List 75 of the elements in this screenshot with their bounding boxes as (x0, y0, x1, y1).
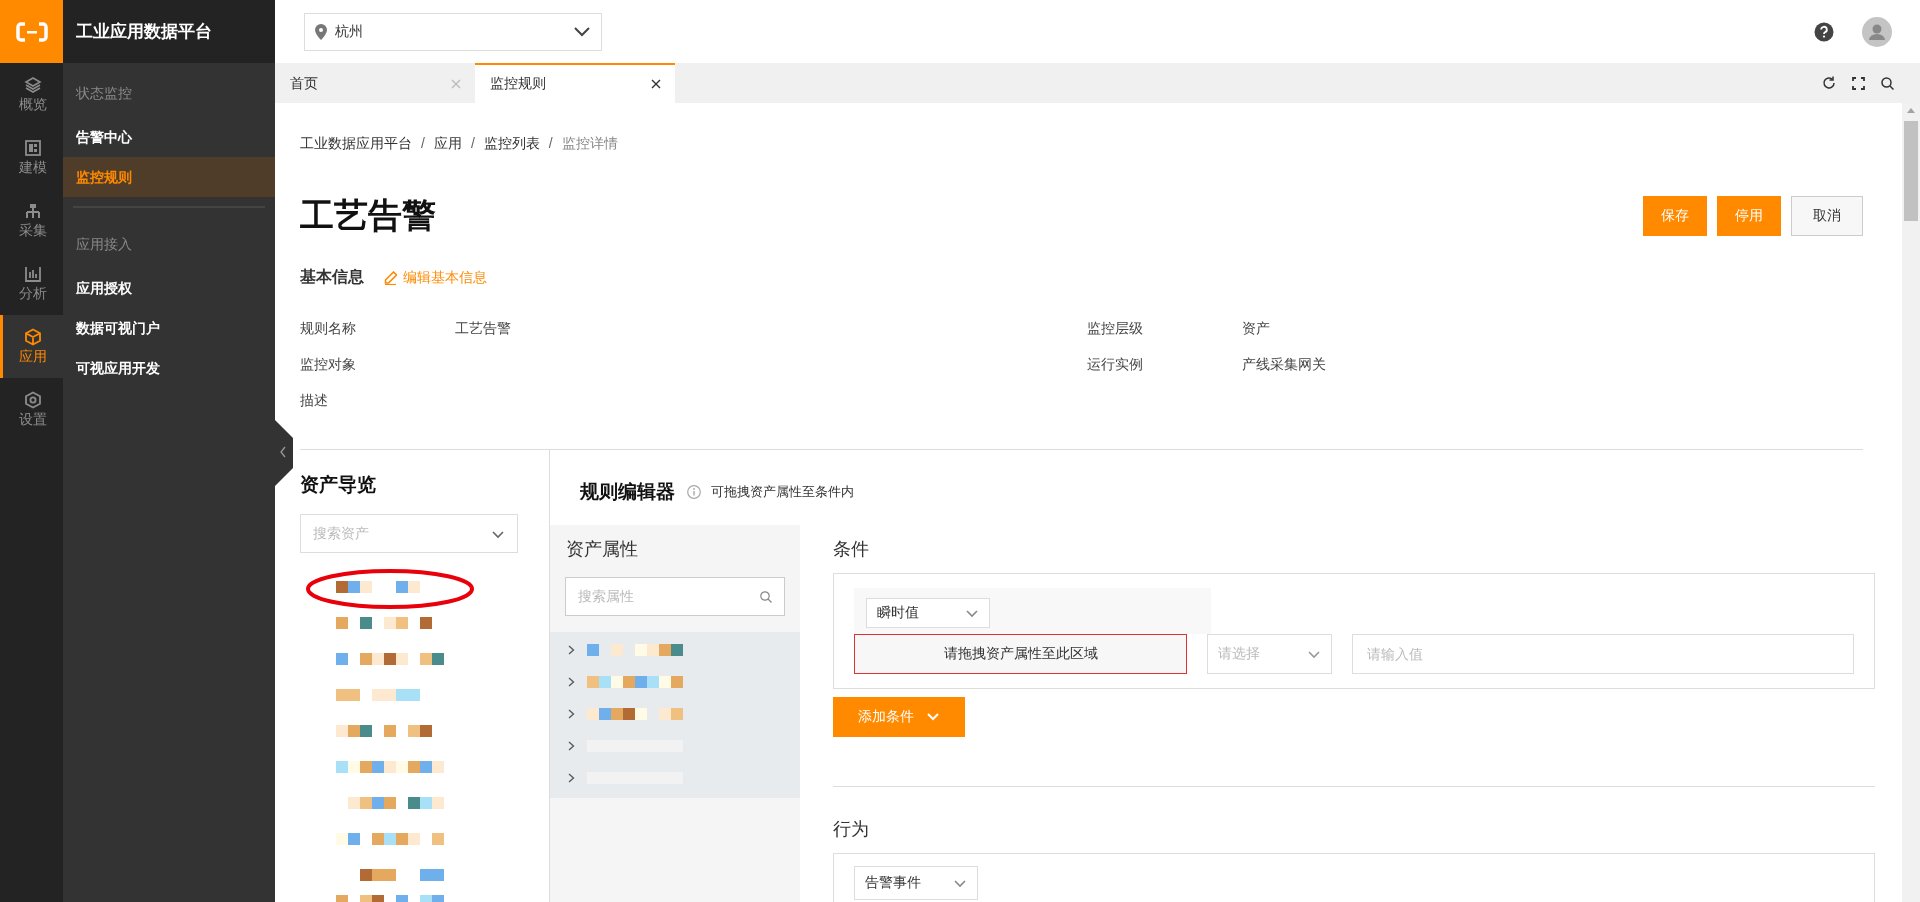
collapse-handle[interactable] (275, 420, 293, 486)
field-value: 资产 (1242, 319, 1271, 338)
action-button[interactable]: 取消 (1791, 196, 1863, 236)
section-heading: 基本信息 (300, 267, 364, 287)
tab[interactable]: 监控规则 (475, 63, 675, 103)
field-value: 工艺告警 (455, 319, 512, 338)
avatar-icon[interactable] (1862, 16, 1892, 47)
action-type-select[interactable]: 告警事件 (854, 866, 978, 900)
drop-zone[interactable]: 请拖拽资产属性至此区域 (854, 634, 1187, 674)
nav-rail-item[interactable]: 建模 (0, 126, 63, 189)
chevron-right-icon (568, 677, 575, 687)
pencil-icon (384, 270, 397, 285)
chevron-down-icon (573, 25, 591, 38)
layers-icon (24, 75, 42, 94)
tab[interactable]: 首页 (275, 63, 475, 103)
breadcrumb-link[interactable]: 监控列表 (483, 135, 540, 153)
section-heading: 行为 (833, 818, 870, 841)
grid-icon (24, 138, 42, 157)
value-input[interactable]: 请输入值 (1352, 634, 1854, 674)
sidebar-item[interactable]: 应用授权 (63, 268, 275, 308)
info-icon (687, 485, 701, 499)
hint-text: 可拖拽资产属性至条件内 (711, 483, 854, 501)
search-icon[interactable] (1881, 76, 1894, 90)
panel-title: 资产属性 (565, 538, 639, 561)
field-label: 描述 (300, 391, 329, 410)
map-pin-icon (315, 23, 327, 40)
nav-rail-item[interactable]: 概览 (0, 63, 63, 126)
scrollbar-thumb[interactable] (1904, 121, 1918, 221)
chevron-down-icon (1307, 648, 1321, 660)
location-select[interactable]: 杭州 (304, 12, 602, 51)
close-icon[interactable] (651, 79, 661, 89)
sidebar-item[interactable]: 数据可视门户 (63, 308, 275, 348)
breadcrumb-separator: / (470, 135, 475, 153)
chevron-right-icon (568, 773, 575, 783)
bar-chart-icon (24, 264, 42, 283)
page-title: 工艺告警 (300, 195, 437, 236)
nav-rail-item[interactable]: 分析 (0, 252, 63, 315)
field-label: 运行实例 (1087, 355, 1144, 374)
sidebar-item[interactable]: 监控规则 (63, 157, 275, 197)
nav-rail-item[interactable]: 设置 (0, 378, 63, 441)
hierarchy-icon (24, 201, 42, 220)
breadcrumb-separator: / (421, 135, 425, 153)
field-value: 产线采集网关 (1242, 355, 1327, 374)
chevron-right-icon (568, 709, 575, 719)
settings-icon (24, 390, 42, 409)
chevron-right-icon (568, 741, 575, 751)
panel-title: 资产导览 (300, 473, 377, 497)
panel-title: 规则编辑器 (580, 480, 675, 504)
sidebar-item[interactable]: 告警中心 (63, 117, 275, 157)
chevron-right-icon (568, 645, 575, 655)
refresh-icon[interactable] (1822, 76, 1836, 90)
group-heading: 应用接入 (75, 235, 133, 254)
chevron-down-icon (953, 877, 967, 889)
nav-rail-item[interactable]: 应用 (0, 315, 63, 378)
fullscreen-icon[interactable] (1852, 76, 1865, 90)
cube-icon (24, 327, 42, 346)
field-label: 监控层级 (1087, 319, 1144, 338)
help-icon[interactable] (1814, 21, 1834, 42)
group-heading: 状态监控 (75, 84, 133, 103)
breadcrumb-link[interactable]: 应用 (433, 135, 462, 153)
app-title: 工业应用数据平台 (63, 0, 275, 63)
sidebar-item[interactable]: 可视应用开发 (63, 348, 275, 388)
breadcrumb-link[interactable]: 工业数据应用平台 (300, 135, 412, 153)
section-heading: 条件 (833, 538, 870, 561)
logo-icon (15, 20, 48, 43)
chevron-down-icon (926, 712, 940, 722)
breadcrumb-current: 监控详情 (561, 135, 618, 153)
field-label: 监控对象 (300, 355, 357, 374)
scrollbar[interactable] (1902, 103, 1920, 902)
field-label: 规则名称 (300, 319, 357, 338)
nav-rail-item[interactable]: 采集 (0, 189, 63, 252)
chevron-down-icon (965, 607, 979, 619)
breadcrumb-separator: / (548, 135, 553, 153)
search-icon (760, 590, 772, 603)
value-type-select[interactable]: 瞬时值 (866, 598, 990, 628)
